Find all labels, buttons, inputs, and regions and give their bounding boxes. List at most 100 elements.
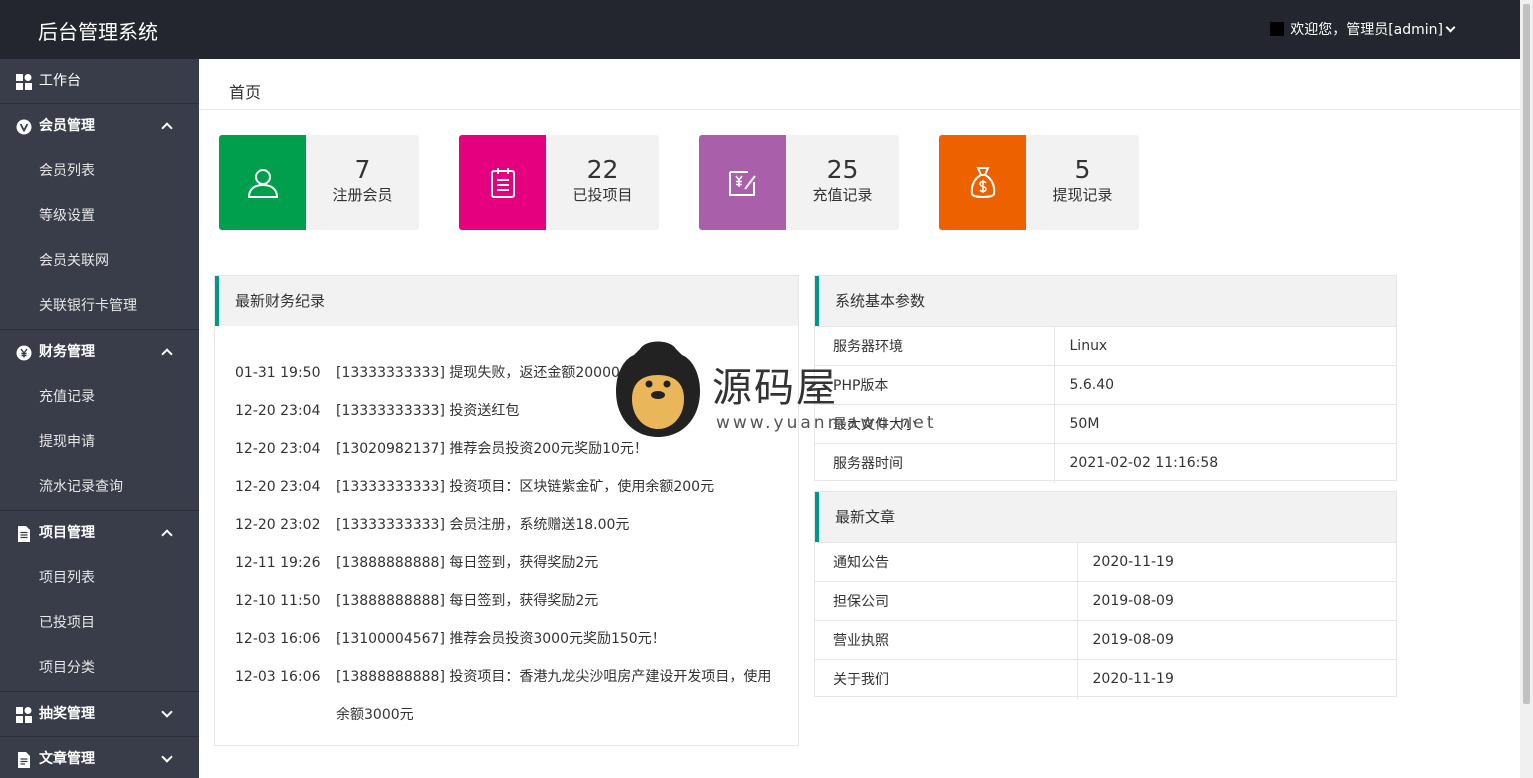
- sidebar-item-project-categories[interactable]: 项目分类: [0, 646, 199, 691]
- table-row[interactable]: 营业执照 2019-08-09: [815, 620, 1396, 660]
- chevron-down-icon: [161, 706, 173, 718]
- article-date: 2020-11-19: [1076, 659, 1396, 699]
- sidebar-group-projects[interactable]: 项目管理: [0, 511, 199, 556]
- record-time: 12-20 23:04: [235, 403, 321, 419]
- article-title[interactable]: 关于我们: [815, 659, 1077, 699]
- article-title[interactable]: 担保公司: [815, 581, 1077, 621]
- param-key: 服务器环境: [815, 326, 1054, 366]
- page-scrollbar[interactable]: [1520, 0, 1533, 778]
- sidebar-item-label: 等级设置: [39, 208, 95, 224]
- divider: [199, 109, 1520, 110]
- param-key: 服务器时间: [815, 443, 1054, 483]
- record-time: 12-11 19:26: [235, 555, 321, 571]
- record-time: 12-20 23:04: [235, 441, 321, 457]
- record-time: 12-03 16:06: [235, 631, 321, 647]
- stat-label: 已投项目: [572, 186, 633, 204]
- record-time: 12-20 23:02: [235, 517, 321, 533]
- sidebar: 工作台 会员管理 会员列表 等级设置 会员关联网 关联银行卡管理 财务管理 充值…: [0, 59, 199, 778]
- article-title[interactable]: 营业执照: [815, 620, 1077, 660]
- stat-value: 22: [586, 155, 619, 184]
- sidebar-item-transaction-query[interactable]: 流水记录查询: [0, 465, 199, 510]
- param-value: 50M: [1053, 404, 1396, 444]
- list-item: 12-20 23:04 [13333333333] 投资送红包: [235, 392, 798, 430]
- top-header: 后台管理系统 欢迎您，管理员[admin]: [0, 0, 1520, 59]
- sidebar-group-lottery[interactable]: 抽奖管理: [0, 692, 199, 737]
- record-time: 01-31 19:50: [235, 365, 321, 381]
- sidebar-item-withdraw-requests[interactable]: 提现申请: [0, 420, 199, 465]
- sidebar-item-label: 关联银行卡管理: [39, 298, 137, 314]
- apps-icon: [16, 707, 32, 723]
- record-time: 12-03 16:06: [235, 669, 321, 685]
- record-text: [13888888888] 投资项目：香港九龙尖沙咀房产建设开发项目，使用余额3…: [336, 669, 772, 723]
- file-icon: [18, 752, 30, 768]
- list-item: 12-20 23:02 [13333333333] 会员注册，系统赠送18.00…: [235, 506, 798, 544]
- vip-icon: [16, 119, 32, 135]
- param-key: 最大文件大小: [815, 404, 1054, 444]
- system-panel: 系统基本参数 服务器环境 Linux PHP版本 5.6.40 最大文件大小 5…: [814, 275, 1397, 483]
- sidebar-item-label: 会员列表: [39, 163, 95, 179]
- sidebar-item-label: 项目列表: [39, 570, 95, 586]
- sidebar-item-label: 充值记录: [39, 389, 95, 405]
- list-item: 12-11 19:26 [13888888888] 每日签到，获得奖励2元: [235, 544, 798, 582]
- chevron-up-icon: [161, 529, 173, 541]
- recharge-icon: [728, 170, 756, 196]
- sidebar-item-label: 项目分类: [39, 660, 95, 676]
- stat-label: 充值记录: [812, 186, 873, 204]
- stat-label: 提现记录: [1052, 186, 1113, 204]
- sidebar-group-finance[interactable]: 财务管理: [0, 330, 199, 375]
- record-text: [13020982137] 推荐会员投资200元奖励10元！: [336, 441, 648, 457]
- list-icon: [490, 167, 515, 198]
- stat-card-invested[interactable]: 22 已投项目: [459, 135, 659, 230]
- article-title[interactable]: 通知公告: [815, 542, 1077, 582]
- sidebar-item-invested-projects[interactable]: 已投项目: [0, 601, 199, 646]
- list-item: 12-10 11:50 [13888888888] 每日签到，获得奖励2元: [235, 582, 798, 620]
- sidebar-group-members[interactable]: 会员管理: [0, 104, 199, 149]
- dashboard-icon: [16, 74, 32, 90]
- param-value: Linux: [1053, 326, 1396, 366]
- panel-title: 最新财务纪录: [215, 276, 798, 326]
- table-row[interactable]: 关于我们 2020-11-19: [815, 659, 1396, 699]
- sidebar-item-label: 会员关联网: [39, 253, 109, 269]
- chevron-down-icon: [1445, 22, 1456, 32]
- scrollbar-thumb[interactable]: [1523, 4, 1530, 704]
- stat-icon-box: [699, 135, 786, 230]
- record-text: [13333333333] 投资项目：区块链紫金矿，使用余额200元: [336, 479, 715, 495]
- list-item: 12-20 23:04 [13333333333] 投资项目：区块链紫金矿，使用…: [235, 468, 798, 506]
- sidebar-item-label: 流水记录查询: [39, 479, 123, 495]
- stat-card-withdraw[interactable]: 5 提现记录: [939, 135, 1139, 230]
- table-row[interactable]: 通知公告 2020-11-19: [815, 542, 1396, 582]
- record-text: [13888888888] 每日签到，获得奖励2元: [336, 555, 599, 571]
- user-menu[interactable]: 欢迎您，管理员[admin]: [1270, 19, 1456, 39]
- article-date: 2019-08-09: [1076, 620, 1396, 660]
- sidebar-item-member-list[interactable]: 会员列表: [0, 149, 199, 194]
- sidebar-group-label: 抽奖管理: [39, 706, 95, 722]
- stat-card-recharge[interactable]: 25 充值记录: [699, 135, 899, 230]
- record-text: [13888888888] 每日签到，获得奖励2元: [336, 593, 599, 609]
- sidebar-item-label: 工作台: [39, 73, 81, 89]
- articles-table: 通知公告 2020-11-19 担保公司 2019-08-09 营业执照 201…: [815, 542, 1396, 699]
- yen-icon: [16, 345, 32, 361]
- table-row[interactable]: 担保公司 2019-08-09: [815, 581, 1396, 621]
- record-text: [13100004567] 推荐会员投资3000元奖励150元！: [336, 631, 666, 647]
- sidebar-group-articles[interactable]: 文章管理: [0, 737, 199, 778]
- param-value: 2021-02-02 11:16:58: [1053, 443, 1396, 483]
- article-date: 2020-11-19: [1076, 542, 1396, 582]
- sidebar-item-member-network[interactable]: 会员关联网: [0, 239, 199, 284]
- list-item: 12-20 23:04 [13020982137] 推荐会员投资200元奖励10…: [235, 430, 798, 468]
- money-bag-icon: [970, 166, 995, 198]
- panel-title: 系统基本参数: [815, 276, 1396, 326]
- main-content: 首页 7 注册会员 22 已投项目 25 充值记录 5 提现记录 最新财务纪录 …: [199, 59, 1520, 778]
- sidebar-item-bank-cards[interactable]: 关联银行卡管理: [0, 284, 199, 329]
- chevron-down-icon: [161, 751, 173, 763]
- stat-card-members[interactable]: 7 注册会员: [219, 135, 419, 230]
- sidebar-item-recharge-records[interactable]: 充值记录: [0, 375, 199, 420]
- sidebar-item-workbench[interactable]: 工作台: [0, 59, 199, 104]
- sidebar-item-project-list[interactable]: 项目列表: [0, 556, 199, 601]
- finance-panel: 最新财务纪录 01-31 19:50 [13333333333] 提现失败，返还…: [214, 275, 799, 746]
- list-item: 12-03 16:06 [13100004567] 推荐会员投资3000元奖励1…: [235, 620, 798, 658]
- panel-title: 最新文章: [815, 492, 1396, 542]
- record-time: 12-10 11:50: [235, 593, 321, 609]
- sidebar-group-label: 财务管理: [39, 344, 95, 360]
- sidebar-item-level-settings[interactable]: 等级设置: [0, 194, 199, 239]
- breadcrumb[interactable]: 首页: [229, 79, 261, 103]
